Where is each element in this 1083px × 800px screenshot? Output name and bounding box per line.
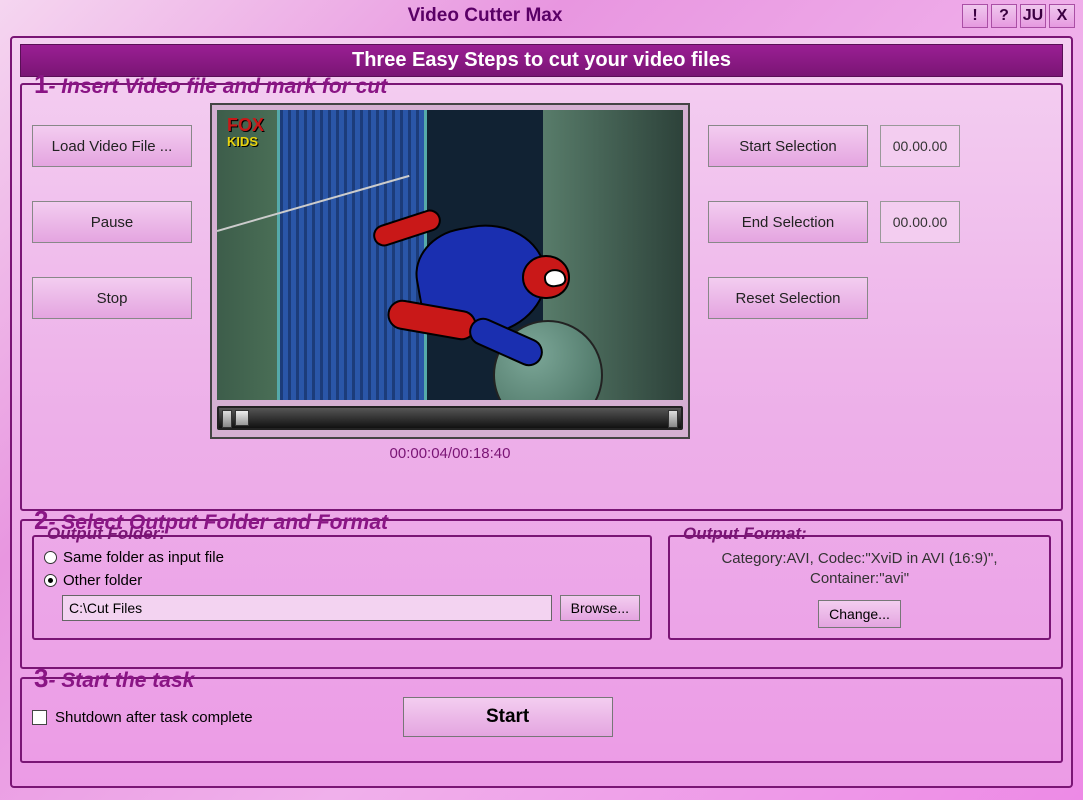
channel-logo: FOX KIDS [227, 118, 264, 149]
end-selection-button[interactable]: End Selection [708, 201, 868, 243]
channel-logo-top: FOX [227, 118, 264, 133]
radio-same-dot[interactable] [44, 551, 57, 564]
main-panel: Three Easy Steps to cut your video files… [10, 36, 1073, 788]
step1-left-controls: Load Video File ... Pause Stop [32, 103, 192, 319]
step1-number: 1 [34, 69, 48, 99]
radio-other-folder[interactable]: Other folder [44, 572, 640, 589]
close-button[interactable]: X [1049, 4, 1075, 28]
output-path-input[interactable] [62, 595, 552, 621]
step1-legend-text: - Insert Video file and mark for cut [48, 75, 387, 98]
start-button[interactable]: Start [403, 697, 613, 737]
channel-logo-bottom: KIDS [227, 134, 258, 149]
shutdown-label: Shutdown after task complete [55, 709, 253, 726]
end-selection-time: 00.00.00 [880, 201, 960, 243]
video-time-label: 00:00:04/00:18:40 [210, 445, 690, 462]
shutdown-checkbox[interactable] [32, 710, 47, 725]
video-frame: FOX KIDS [210, 103, 690, 439]
output-format-text: Category:AVI, Codec:"XviD in AVI (16:9)"… [680, 549, 1039, 590]
step1-right-controls: Start Selection 00.00.00 End Selection 0… [708, 103, 960, 319]
app-title: Video Cutter Max [8, 5, 962, 27]
titlebar: Video Cutter Max ! ? JU X [0, 0, 1083, 32]
step3-group: 3- Start the task Shutdown after task co… [20, 677, 1063, 763]
video-preview[interactable]: FOX KIDS [217, 110, 683, 400]
start-selection-button[interactable]: Start Selection [708, 125, 868, 167]
seek-thumb[interactable] [235, 410, 249, 426]
radio-same-folder[interactable]: Same folder as input file [44, 549, 640, 566]
output-format-legend: Output Format: [678, 524, 812, 544]
output-folder-legend: Output Folder: [42, 524, 170, 544]
video-area: FOX KIDS 00:00:04/00:18:40 [210, 103, 690, 462]
pause-button[interactable]: Pause [32, 201, 192, 243]
browse-button[interactable]: Browse... [560, 595, 640, 621]
radio-other-dot[interactable] [44, 574, 57, 587]
step3-legend: 3- Start the task [28, 663, 200, 694]
output-folder-group: Output Folder: Same folder as input file… [32, 535, 652, 640]
load-video-button[interactable]: Load Video File ... [32, 125, 192, 167]
step1-group: 1- Insert Video file and mark for cut Lo… [20, 83, 1063, 511]
step1-legend: 1- Insert Video file and mark for cut [28, 69, 393, 100]
alert-button[interactable]: ! [962, 4, 988, 28]
step3-number: 3 [34, 663, 48, 693]
stop-button[interactable]: Stop [32, 277, 192, 319]
video-seek-slider[interactable] [217, 406, 683, 430]
titlebar-buttons: ! ? JU X [962, 4, 1075, 28]
extra-button[interactable]: JU [1020, 4, 1046, 28]
reset-selection-button[interactable]: Reset Selection [708, 277, 868, 319]
change-format-button[interactable]: Change... [818, 600, 901, 628]
step3-legend-text: - Start the task [48, 669, 194, 692]
output-format-group: Output Format: Category:AVI, Codec:"XviD… [668, 535, 1051, 640]
step2-group: 2- Select Output Folder and Format Outpu… [20, 519, 1063, 669]
help-button[interactable]: ? [991, 4, 1017, 28]
radio-same-label: Same folder as input file [63, 549, 224, 566]
radio-other-label: Other folder [63, 572, 142, 589]
start-selection-time: 00.00.00 [880, 125, 960, 167]
shutdown-checkbox-row[interactable]: Shutdown after task complete [32, 709, 253, 726]
